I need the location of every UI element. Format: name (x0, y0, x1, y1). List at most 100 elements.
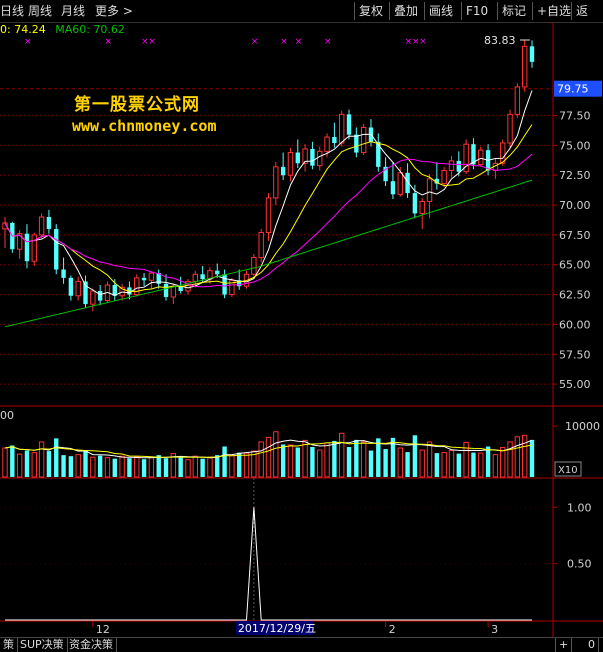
crosshair-date-label: 2017/12/29/五 (238, 622, 316, 635)
signal-marker-icon: × (324, 37, 332, 47)
volume-bar (456, 453, 462, 477)
tab-fund-decision[interactable]: 资金决策 (66, 638, 117, 652)
candle-body (514, 86, 521, 115)
price-tick-label: 75.00 (559, 139, 591, 152)
volume-label: 00 (0, 409, 14, 422)
add-watchlist-button[interactable]: +自选 (532, 2, 575, 20)
signal-marker-icon: × (419, 37, 427, 47)
candle-body (54, 228, 59, 270)
candle-body (419, 200, 425, 214)
volume-bar (478, 452, 484, 478)
volume-bar (75, 454, 81, 478)
ma60-value: MA60: 70.62 (55, 23, 125, 36)
high-price-label: 83.83 (484, 34, 516, 47)
volume-bar (97, 455, 103, 477)
draw-line-button[interactable]: 画线 (424, 2, 457, 20)
time-label: 12 (96, 623, 110, 636)
volume-bar (324, 442, 330, 478)
candle-body (529, 46, 535, 62)
price-tick-label: 62.50 (559, 289, 591, 302)
volume-bar (119, 455, 125, 478)
candle-body (215, 270, 220, 275)
price-tick-label: 57.50 (559, 348, 591, 361)
price-tick-label: 77.50 (559, 110, 591, 123)
candle-body (273, 166, 279, 199)
candle-body (338, 113, 345, 144)
candle-body (251, 257, 257, 275)
tab-more[interactable]: 更多 > (95, 2, 133, 20)
candle-body (46, 217, 52, 229)
volume-bar (492, 454, 499, 478)
candle-body (192, 273, 199, 282)
volume-bar (156, 455, 161, 477)
watermark-title: 第一股票公式网 (74, 95, 200, 115)
volume-series (2, 431, 535, 478)
indicator-line (5, 507, 532, 621)
volume-bar (54, 438, 59, 477)
volume-bar (243, 452, 250, 478)
candle-body (310, 148, 315, 166)
candle-body (200, 274, 205, 280)
volume-bar (46, 451, 52, 477)
candle-body (148, 272, 155, 281)
tab-weekly[interactable]: 周线 (28, 2, 52, 20)
indicator-series (5, 507, 532, 621)
volume-bar (295, 447, 300, 477)
restore-rights-button[interactable]: 复权 (354, 2, 387, 20)
tab-strategy[interactable]: 策 (0, 638, 18, 652)
back-button[interactable]: 返 (571, 2, 592, 20)
volume-bar (332, 440, 337, 477)
watermark-url: www.chnmoney.com (72, 117, 217, 135)
volume-bar (354, 439, 359, 477)
volume-bar (2, 447, 8, 478)
volume-bar (368, 450, 374, 477)
candle-body (24, 233, 30, 262)
mark-button[interactable]: 标记 (497, 2, 530, 20)
volume-tick-label: 10000 (565, 420, 600, 433)
volume-bar (61, 455, 66, 477)
overlay-button[interactable]: 叠加 (389, 2, 422, 20)
volume-bar (338, 432, 345, 478)
candle-body (258, 232, 264, 259)
volume-bar (200, 458, 205, 477)
time-label: 2 (389, 623, 396, 636)
volume-bar (31, 452, 37, 478)
volume-bar (141, 459, 147, 477)
price-tick-label: 72.50 (559, 169, 591, 182)
zoom-reset-button[interactable]: 0 (585, 638, 599, 652)
signal-marker-icon: × (295, 37, 303, 47)
price-tick-label: 67.50 (559, 229, 591, 242)
candle-body (31, 234, 37, 262)
price-tick-label: 65.00 (559, 259, 591, 272)
tab-daily[interactable]: 日线 (0, 2, 24, 20)
f10-button[interactable]: F10 (461, 2, 492, 20)
volume-bar (514, 436, 521, 478)
volume-bar (448, 450, 455, 478)
volume-bar (426, 441, 433, 478)
volume-bar (83, 450, 88, 477)
volume-bar (434, 453, 440, 477)
volume-bar (507, 441, 513, 478)
candle-body (478, 149, 484, 165)
candle-body (390, 181, 396, 195)
volume-bar (310, 447, 315, 477)
volume-bar (185, 459, 191, 478)
candle-body (141, 277, 147, 281)
price-tick-label: 60.00 (559, 318, 591, 331)
candle-body (412, 193, 418, 214)
candle-body (448, 160, 455, 171)
volume-bar (229, 455, 235, 478)
candle-body (265, 197, 272, 234)
ma-short-value: 0: 74.24 (0, 23, 46, 36)
tab-monthly[interactable]: 月线 (61, 2, 85, 20)
candle-body (61, 269, 66, 278)
candle-body (441, 169, 447, 185)
volume-bar (265, 436, 272, 478)
volume-bar (521, 434, 528, 478)
candlestick-series (2, 40, 535, 328)
time-label: 3 (491, 623, 498, 636)
toolbar: 日线 周线 月线 更多 > 复权 叠加 画线 F10 标记 +自选 返 (0, 0, 603, 23)
tab-sup-decision[interactable]: SUP决策 (17, 638, 68, 652)
candle-body (38, 216, 45, 236)
zoom-in-button[interactable]: + (555, 638, 573, 652)
